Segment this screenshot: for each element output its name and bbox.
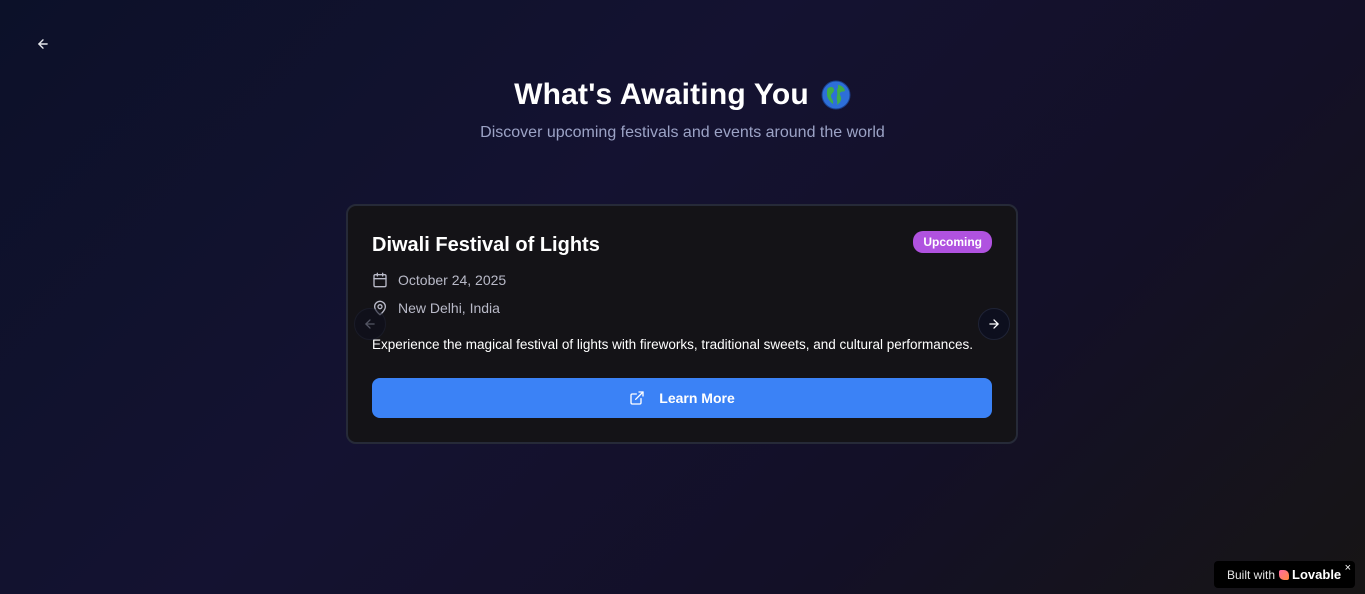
badge-prefix: Built with (1227, 567, 1276, 582)
arrow-left-icon (38, 39, 48, 49)
lovable-logo-icon (1279, 569, 1290, 580)
event-location-row: New Delhi, India (372, 300, 500, 316)
learn-more-label: Learn More (659, 390, 735, 406)
globe-icon (821, 80, 851, 110)
page-header: What's Awaiting You Discover upcoming fe… (0, 78, 1365, 142)
event-location: New Delhi, India (398, 300, 500, 316)
status-badge: Upcoming (913, 231, 992, 253)
learn-more-button[interactable]: Learn More (372, 378, 992, 418)
carousel-prev-button[interactable] (354, 308, 386, 340)
external-link-icon (630, 391, 644, 405)
event-card: Diwali Festival of Lights Upcoming Octob… (346, 204, 1018, 444)
built-with-lovable-badge[interactable]: Built with Lovable × (1214, 561, 1355, 588)
lovable-brand-name: Lovable (1292, 567, 1342, 582)
arrow-left-icon (365, 319, 375, 329)
arrow-right-icon (989, 319, 999, 329)
lovable-brand: Lovable (1279, 567, 1341, 582)
event-date-row: October 24, 2025 (372, 272, 506, 288)
events-carousel: Diwali Festival of Lights Upcoming Octob… (346, 204, 1018, 444)
back-button[interactable] (33, 34, 53, 54)
calendar-icon (372, 272, 388, 288)
carousel-next-button[interactable] (978, 308, 1010, 340)
page-subtitle: Discover upcoming festivals and events a… (480, 124, 885, 141)
page-title-text: What's Awaiting You (514, 78, 809, 111)
event-title: Diwali Festival of Lights (372, 234, 600, 256)
badge-close-button[interactable]: × (1345, 562, 1351, 574)
event-description: Experience the magical festival of light… (372, 337, 974, 352)
page-title: What's Awaiting You (514, 78, 851, 112)
event-date: October 24, 2025 (398, 272, 507, 288)
